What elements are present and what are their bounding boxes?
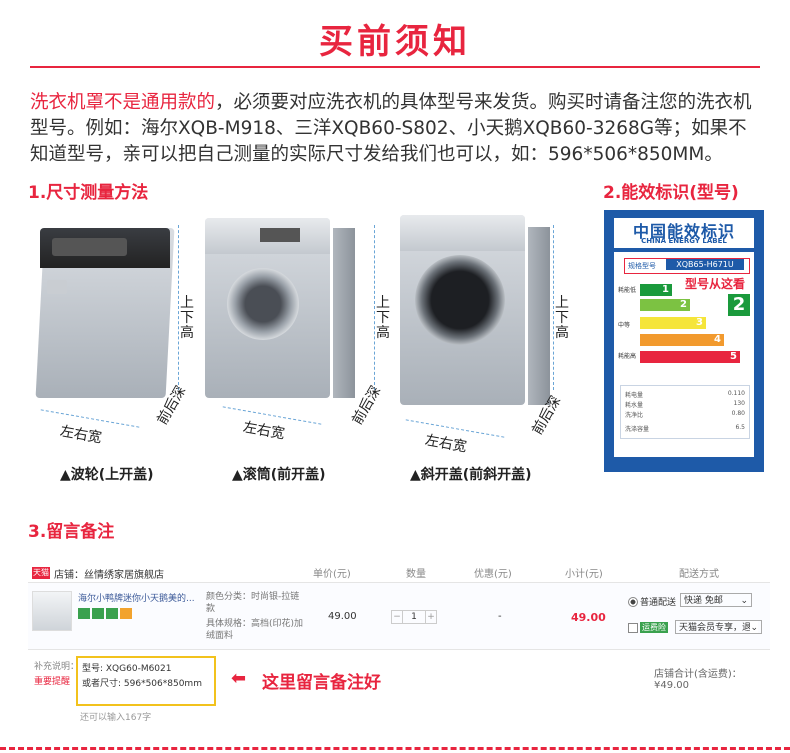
model-hint-callout: 型号从这看	[683, 275, 748, 292]
energy-label: 中国能效标识 CHINA ENERGY LABEL 规格型号 XQB65-H67…	[604, 210, 764, 472]
front-loader-illustration	[205, 218, 355, 418]
promo-badges	[78, 608, 134, 619]
shipping-normal-label: 普通配送	[640, 598, 677, 608]
shipping-radio[interactable]	[628, 597, 638, 607]
note-line-model: 型号: XQG60-M6021	[82, 664, 172, 674]
section-measure-heading: 1.尺寸测量方法	[28, 183, 149, 203]
energy-bar-4: 4	[640, 334, 724, 346]
chevron-down-icon: ⌄	[750, 621, 758, 633]
arrow-left-icon: ⬅	[231, 668, 247, 689]
header-qty: 数量	[406, 569, 426, 580]
energy-level-badge: 2	[728, 294, 750, 316]
store-name[interactable]: 店铺：丝情绣家居旗舰店	[54, 566, 164, 581]
chevron-down-icon: ⌄	[740, 596, 748, 606]
energy-grade-high: 耗能高	[618, 353, 637, 360]
title-divider	[30, 66, 760, 68]
energy-grade-mid: 中等	[618, 322, 631, 329]
model-field-label: 规格型号	[628, 262, 656, 270]
order-item-row: 海尔小鸭牌迷你小天鹅美的... 颜色分类：时尚银-拉链款 具体规格：高档(印花)…	[28, 582, 770, 650]
top-loader-illustration	[32, 210, 177, 410]
note-callout: 这里留言备注好	[262, 673, 381, 693]
tmall-tag: 天猫	[32, 567, 50, 579]
caption-front-loader: ▲滚筒(前开盖)	[232, 467, 326, 483]
header-price: 单价(元)	[313, 569, 351, 580]
header-shipping: 配送方式	[679, 569, 719, 580]
order-screenshot: 天猫 店铺：丝情绣家居旗舰店 单价(元) 数量 优惠(元) 小计(元) 配送方式…	[28, 562, 770, 732]
energy-bar-2: 2	[640, 299, 690, 311]
width-label: 左右宽	[58, 423, 103, 447]
product-color: 颜色分类：时尚银-拉链款	[206, 592, 300, 614]
product-spec: 具体规格：高档(印花)加绒面料	[206, 619, 304, 641]
header-discount: 优惠(元)	[474, 569, 512, 580]
height-guide-line	[553, 225, 554, 390]
unit-price: 49.00	[328, 611, 357, 622]
width-label: 左右宽	[423, 432, 468, 456]
caption-top-loader: ▲波轮(上开盖)	[60, 467, 154, 483]
energy-bar-3: 3	[640, 317, 706, 329]
model-field-value: XQB65-H671U	[666, 259, 744, 270]
qty-increment-button[interactable]: +	[425, 610, 437, 624]
height-label: 上下高	[376, 295, 390, 341]
header-subtotal: 小计(元)	[565, 569, 603, 580]
bottom-divider	[0, 747, 790, 750]
caption-slanted-loader: ▲斜开盖(前斜开盖)	[410, 467, 532, 483]
shipping-select[interactable]: 快递 免邮 ⌄	[680, 593, 752, 607]
section-energy-heading: 2.能效标识(型号)	[603, 183, 739, 203]
intro-text: 洗衣机罩不是通用款的，必须要对应洗衣机的具体型号来发货。购买时请备注您的洗衣机型…	[30, 90, 765, 168]
section-note-heading: 3.留言备注	[28, 522, 115, 542]
store-total: 店铺合计(含运费)：¥49.00	[654, 669, 742, 691]
width-label: 左右宽	[241, 419, 286, 443]
height-label: 上下高	[555, 295, 569, 341]
note-line-size: 或者尺寸: 596*506*850mm	[82, 679, 202, 689]
discount-value: -	[498, 611, 502, 622]
note-label: 补充说明：	[34, 662, 80, 672]
qty-input[interactable]: 1	[402, 610, 426, 624]
energy-label-subtitle: CHINA ENERGY LABEL	[641, 237, 727, 245]
note-warning: 重要提醒	[34, 677, 71, 687]
intro-warning: 洗衣机罩不是通用款的	[30, 92, 216, 113]
product-name-link[interactable]: 海尔小鸭牌迷你小天鹅美的...	[78, 591, 198, 604]
note-char-counter: 还可以输入167字	[80, 713, 152, 723]
product-thumbnail[interactable]	[32, 591, 72, 631]
insurance-select[interactable]: 天猫会员专享，退 ⌄	[675, 620, 762, 634]
energy-grade-low: 耗能低	[618, 287, 637, 294]
energy-specs: 耗电量 0.110 耗水量 130 洗净比 0.80 洗涤容量 6.5	[620, 385, 750, 439]
insurance-checkbox[interactable]	[628, 623, 638, 633]
page-title: 买前须知	[319, 22, 471, 62]
energy-bar-1: 1	[640, 284, 672, 296]
height-label: 上下高	[180, 295, 194, 341]
height-guide-line	[178, 225, 179, 390]
height-guide-line	[374, 225, 375, 390]
note-textarea[interactable]: 型号: XQG60-M6021 或者尺寸: 596*506*850mm	[76, 656, 216, 706]
energy-bar-5: 5	[640, 351, 740, 363]
insurance-tag: 运费险	[640, 622, 668, 633]
slanted-loader-illustration	[400, 215, 550, 420]
subtotal-value: 49.00	[571, 611, 606, 624]
